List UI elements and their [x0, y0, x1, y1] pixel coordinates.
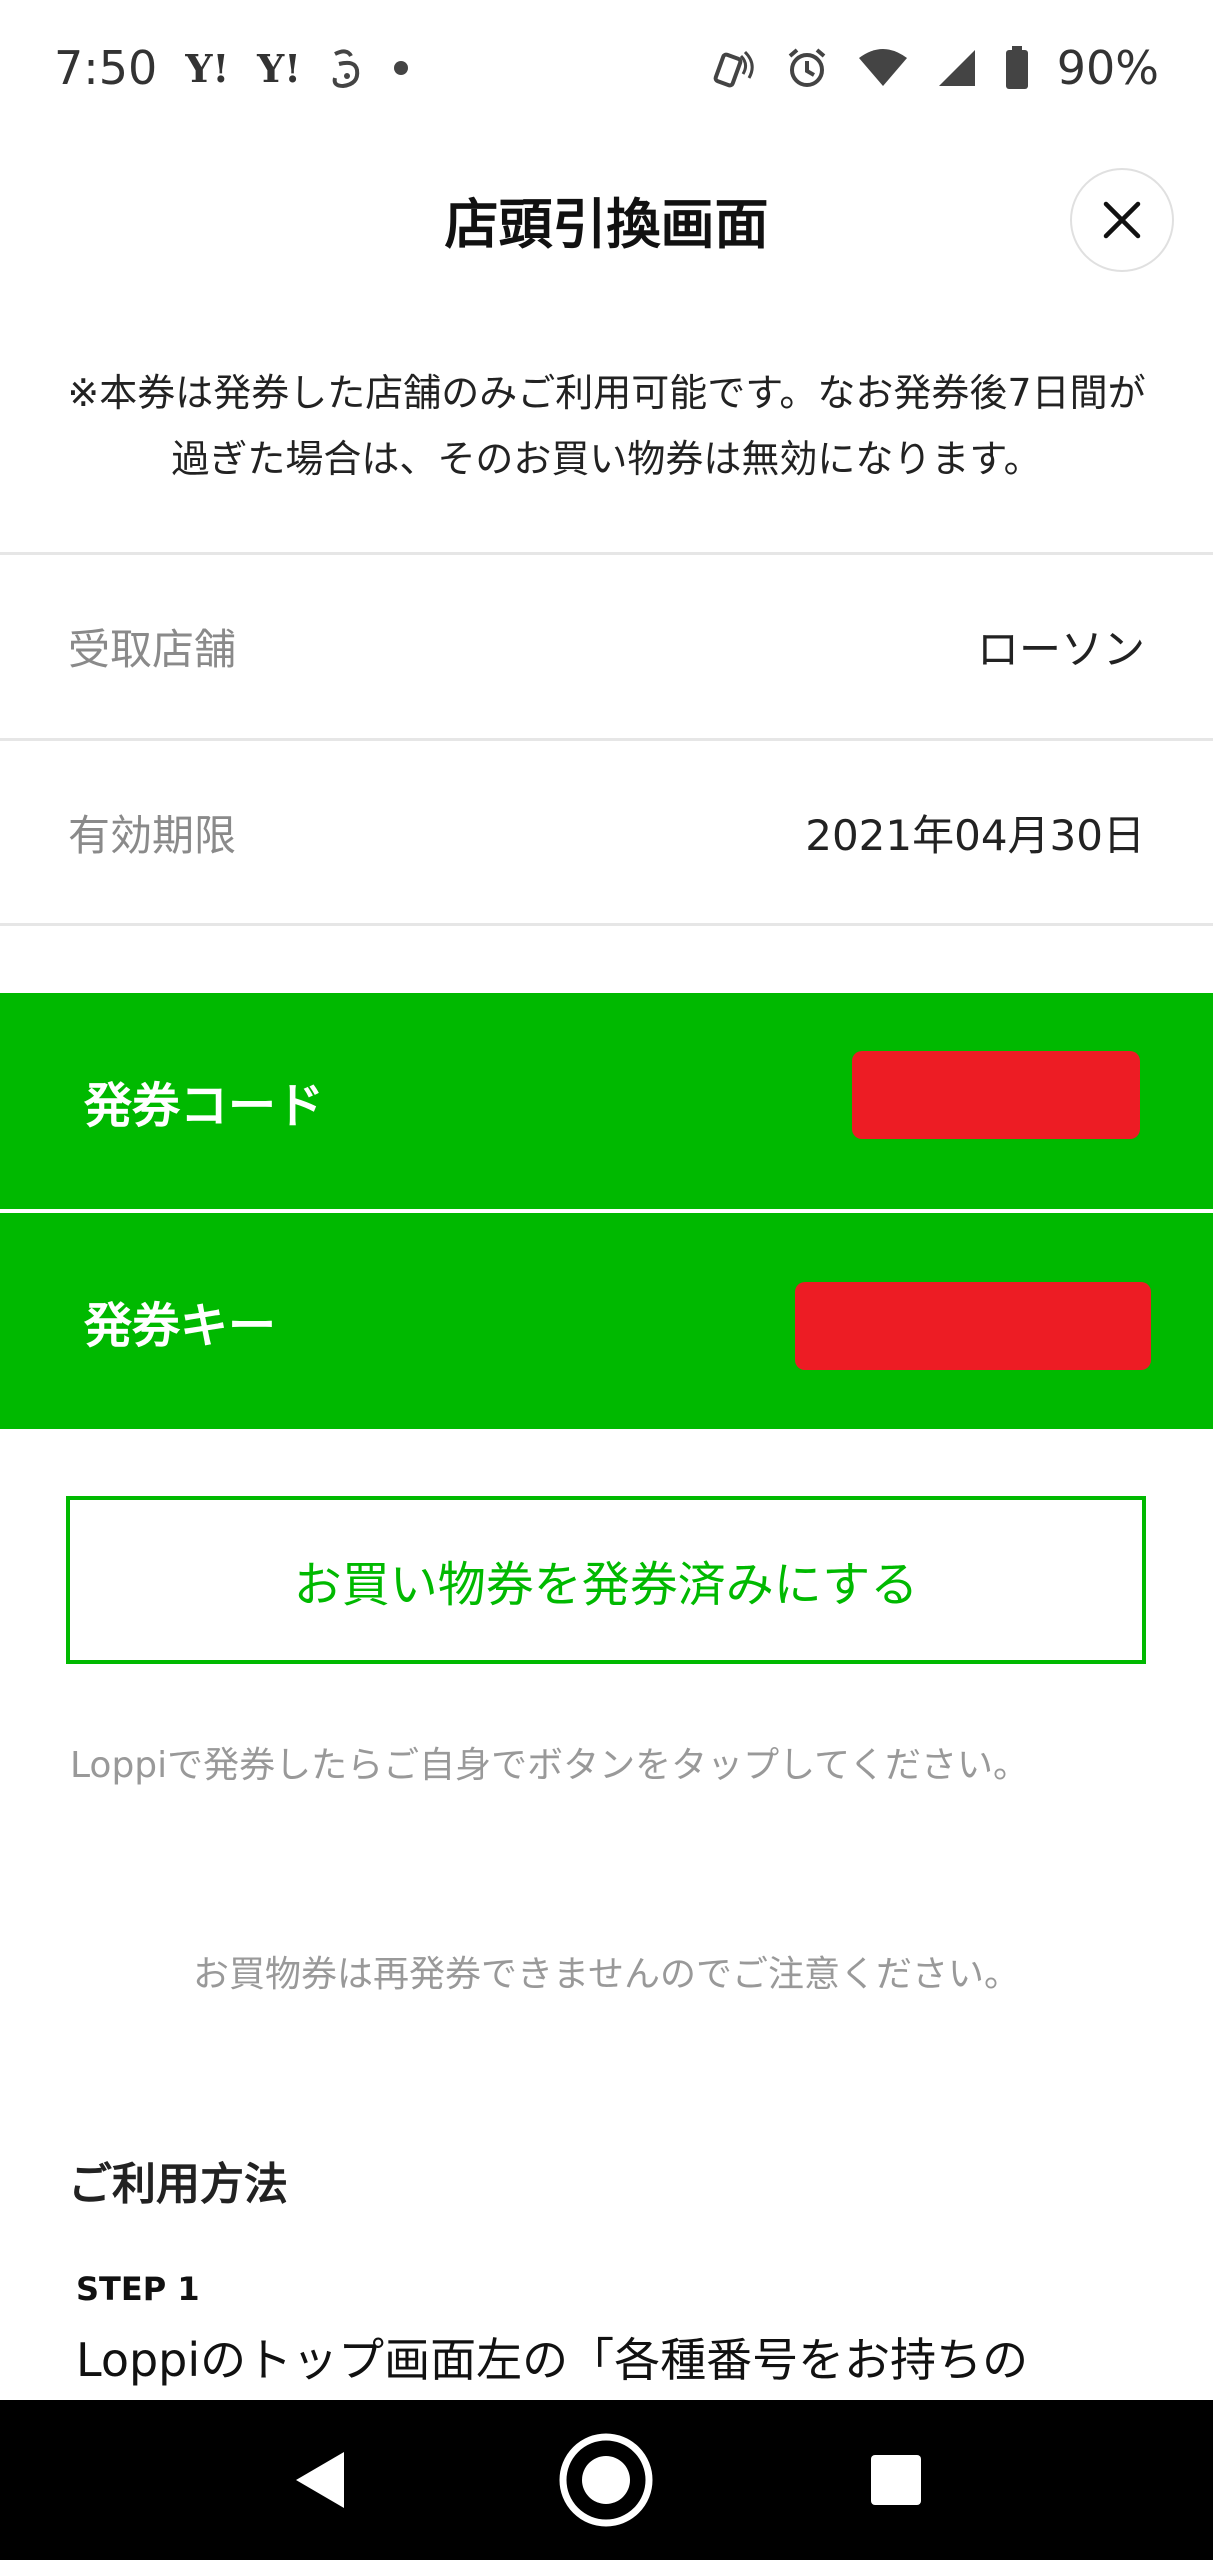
store-label: 受取店舗	[68, 624, 237, 674]
notice-text: ※本券は発券した店舗のみご利用可能です。なお発券後7日間が過ぎた場合は、そのお買…	[67, 371, 1146, 481]
store-value: ローソン	[976, 624, 1145, 674]
home-icon	[559, 2433, 653, 2527]
issue-code-row: 発券コード	[0, 993, 1213, 1209]
alarm-icon	[785, 46, 829, 90]
signal-icon	[937, 48, 977, 88]
recents-icon	[871, 2455, 921, 2505]
home-button[interactable]	[546, 2400, 666, 2560]
expiry-label: 有効期限	[68, 810, 237, 860]
yahoo-icon: Y!	[257, 45, 301, 91]
battery-icon	[1005, 46, 1029, 90]
nfc-icon	[713, 46, 757, 90]
back-icon	[296, 2452, 344, 2508]
recents-button[interactable]	[836, 2400, 956, 2560]
navigation-bar	[0, 2400, 1213, 2560]
app-notification-icon	[329, 46, 365, 90]
hint-text: Loppiで発券したらご自身でボタンをタップしてください。	[70, 1745, 1029, 1786]
store-row: 受取店舗 ローソン	[0, 555, 1213, 737]
step-label: STEP 1	[76, 2270, 200, 2308]
header: 店頭引換画面	[0, 140, 1213, 300]
status-bar: 7:50 Y! Y! 90%	[0, 0, 1213, 136]
battery-percent: 90%	[1056, 41, 1159, 95]
back-button[interactable]	[260, 2400, 380, 2560]
wifi-icon	[857, 48, 909, 88]
issue-key-row: 発券キー	[0, 1213, 1213, 1429]
dot-icon	[393, 60, 409, 76]
issue-code-redacted	[852, 1051, 1140, 1139]
caution-text: お買物券は再発券できませんのでご注意ください。	[193, 1954, 1020, 1995]
issue-code-label: 発券コード	[84, 1078, 325, 1134]
mark-issued-button[interactable]: お買い物券を発券済みにする	[66, 1496, 1146, 1664]
issue-key-label: 発券キー	[84, 1298, 277, 1354]
yahoo-icon: Y!	[185, 45, 230, 91]
step-text: Loppiのトップ画面左の「各種番号をお持ちの	[76, 2333, 1029, 2387]
issue-key-redacted	[795, 1282, 1151, 1370]
expiry-row: 有効期限 2021年04月30日	[0, 741, 1213, 923]
expiry-value: 2021年04月30日	[805, 810, 1145, 860]
usage-title: ご利用方法	[68, 2159, 288, 2210]
close-button[interactable]	[1070, 168, 1174, 272]
divider	[0, 923, 1213, 926]
status-time: 7:50	[54, 41, 158, 95]
page-title: 店頭引換画面	[444, 193, 769, 256]
close-icon	[1103, 201, 1141, 239]
